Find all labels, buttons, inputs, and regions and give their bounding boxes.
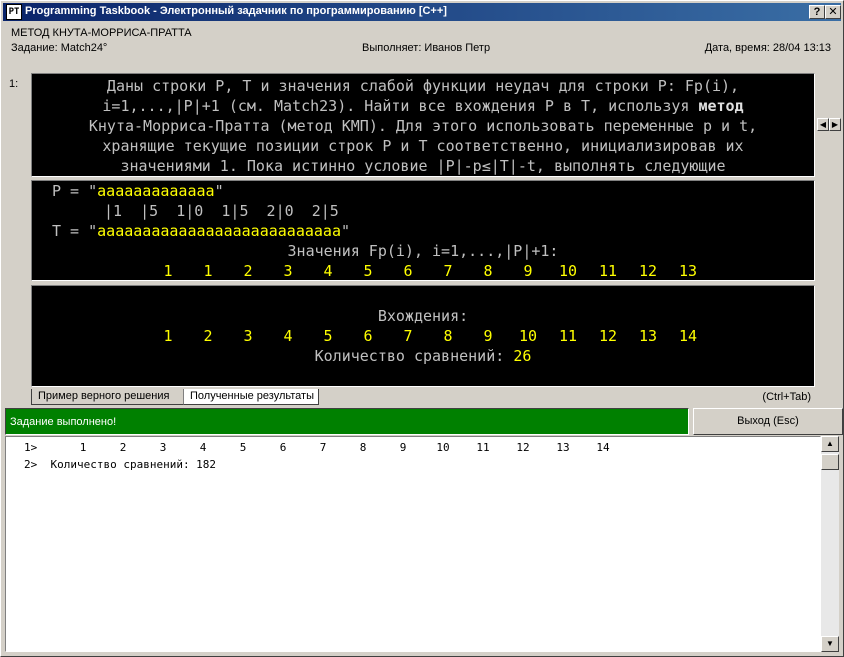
fp-row-value: 10 — [558, 262, 578, 280]
out-row-value: 8 — [359, 441, 367, 454]
out-row-value: 12 — [516, 441, 530, 454]
t-string-line: T = "aaaaaaaaaaaaaaaaaaaaaaaaaaa" — [52, 221, 350, 241]
task-line-3: Кнута-Морриса-Пратта (метод КМП). Для эт… — [88, 117, 758, 135]
occurrences-header: Вхождения: — [377, 307, 469, 325]
output-scrollbar[interactable]: ▲ ▼ — [821, 436, 839, 652]
out-row-value: 6 — [279, 441, 287, 454]
t-label: T = " — [52, 222, 98, 240]
help-button[interactable]: ? — [809, 5, 825, 19]
title-bar[interactable]: PT Programming Taskbook - Электронный за… — [3, 3, 841, 21]
occ-row-value: 10 — [518, 327, 538, 345]
status-message: Задание выполнено! — [5, 408, 689, 435]
scroll-down-button[interactable]: ▼ — [821, 636, 839, 652]
occ-row-value: 7 — [403, 327, 413, 345]
out-row-value: 11 — [476, 441, 490, 454]
fp-row-value: 12 — [638, 262, 658, 280]
fp-row-value: 1 — [203, 262, 213, 280]
task-line-5: значениями 1. Пока истинно условие |P|-p… — [120, 157, 726, 175]
result-panel: Вхождения: 1 2 3 4 5 6 7 8 9 10 11 12 13 14 Количеств… — [31, 285, 815, 387]
occ-row-value: 1 — [163, 327, 173, 345]
fp-row-value: 1 — [163, 262, 173, 280]
out-row-value: 2 — [119, 441, 127, 454]
close-button[interactable]: ✕ — [825, 5, 841, 19]
fp-row-value: 11 — [598, 262, 618, 280]
fp-row-value: 7 — [443, 262, 453, 280]
index-ruler: |1 |5 1|0 1|5 2|0 2|5 — [104, 202, 339, 220]
input-panel: P = "aaaaaaaaaaaaa" |1 |5 1|0 1|5 2|0 2|… — [31, 180, 815, 281]
exit-button[interactable]: Выход (Esc) — [693, 408, 843, 435]
task-line-4: хранящие текущие позиции строк P и T соо… — [102, 137, 744, 155]
task-bold-method: метод — [698, 97, 744, 115]
fp-header: Значения Fp(i), i=1,...,|P|+1: — [287, 242, 559, 260]
p-quote-end: " — [214, 182, 224, 200]
comparisons-label: Количество сравнений: — [314, 347, 514, 365]
out-row-value: 10 — [436, 441, 450, 454]
fp-values-row: 1 1 2 3 4 5 6 7 8 9 10 11 12 13 — [32, 261, 814, 281]
out-row-value: 4 — [199, 441, 207, 454]
occ-row-value: 14 — [678, 327, 698, 345]
window-title: Programming Taskbook - Электронный задач… — [25, 5, 447, 17]
out-row-value: 1 — [79, 441, 87, 454]
task-line-2: i=1,...,|P|+1 (см. Match23). Найти все в… — [32, 96, 814, 116]
main-window: PT Programming Taskbook - Электронный за… — [0, 0, 844, 657]
tab-obtained-results[interactable]: Полученные результаты — [183, 389, 319, 405]
fp-row-value: 4 — [323, 262, 333, 280]
scroll-up-button[interactable]: ▲ — [821, 436, 839, 452]
occ-row-value: 3 — [243, 327, 253, 345]
datetime-label: Дата, время: 28/04 13:13 — [704, 42, 831, 54]
task-name: Задание: Match24° — [11, 42, 108, 54]
task-row-number: 1: — [9, 78, 19, 90]
out-row-value: 3 — [159, 441, 167, 454]
occ-row-value: 6 — [363, 327, 373, 345]
executor-label: Выполняет: Иванов Петр — [362, 42, 491, 54]
occ-row-value: 11 — [558, 327, 578, 345]
occ-row-value: 8 — [443, 327, 453, 345]
fp-row-value: 5 — [363, 262, 373, 280]
output-line-1-prefix: 1> — [24, 441, 38, 454]
task-scroll-right[interactable]: ▶ — [829, 118, 841, 131]
fp-row-value: 9 — [523, 262, 533, 280]
out-row-value: 14 — [596, 441, 610, 454]
occ-row-value: 13 — [638, 327, 658, 345]
occ-row-value: 2 — [203, 327, 213, 345]
method-title: МЕТОД КНУТА-МОРРИСА-ПРАТТА — [11, 27, 192, 39]
occ-row-value: 5 — [323, 327, 333, 345]
out-row-value: 9 — [399, 441, 407, 454]
fp-row-value: 13 — [678, 262, 698, 280]
out-row-value: 13 — [556, 441, 570, 454]
t-value: aaaaaaaaaaaaaaaaaaaaaaaaaaa — [97, 222, 341, 240]
out-row-value: 5 — [239, 441, 247, 454]
occurrences-row: 1 2 3 4 5 6 7 8 9 10 11 12 13 14 — [32, 326, 814, 346]
task-line-1: Даны строки P, T и значения слабой функц… — [106, 77, 740, 95]
tab-sample-solution[interactable]: Пример верного решения — [31, 389, 183, 405]
fp-row-value: 2 — [243, 262, 253, 280]
task-line-2-text: i=1,...,|P|+1 (см. Match23). Найти все в… — [102, 97, 690, 115]
occ-row-value: 9 — [483, 327, 493, 345]
fp-row-value: 6 — [403, 262, 413, 280]
p-value: aaaaaaaaaaaaa — [97, 182, 215, 200]
output-area[interactable]: 1> 1 2 3 4 5 6 7 8 9 10 11 12 13 14 2> Количество сра… — [5, 436, 821, 652]
out-row-value: 7 — [319, 441, 327, 454]
comparisons-line: Количество сравнений: 26 — [32, 346, 814, 366]
comparisons-value: 26 — [513, 347, 532, 365]
task-scroll-left[interactable]: ◀ — [817, 118, 829, 131]
occ-row-value: 12 — [598, 327, 618, 345]
fp-row-value: 3 — [283, 262, 293, 280]
p-label: P = " — [52, 182, 98, 200]
scroll-thumb[interactable] — [821, 454, 839, 470]
app-icon: PT — [6, 4, 22, 20]
occ-row-value: 4 — [283, 327, 293, 345]
t-quote-end: " — [341, 222, 351, 240]
p-string-line: P = "aaaaaaaaaaaaa" — [52, 181, 224, 201]
task-panel: Даны строки P, T и значения слабой функц… — [31, 73, 815, 177]
output-line-2: 2> Количество сравнений: 182 — [24, 458, 217, 471]
fp-row-value: 8 — [483, 262, 493, 280]
tab-shortcut-hint: (Ctrl+Tab) — [762, 391, 811, 403]
